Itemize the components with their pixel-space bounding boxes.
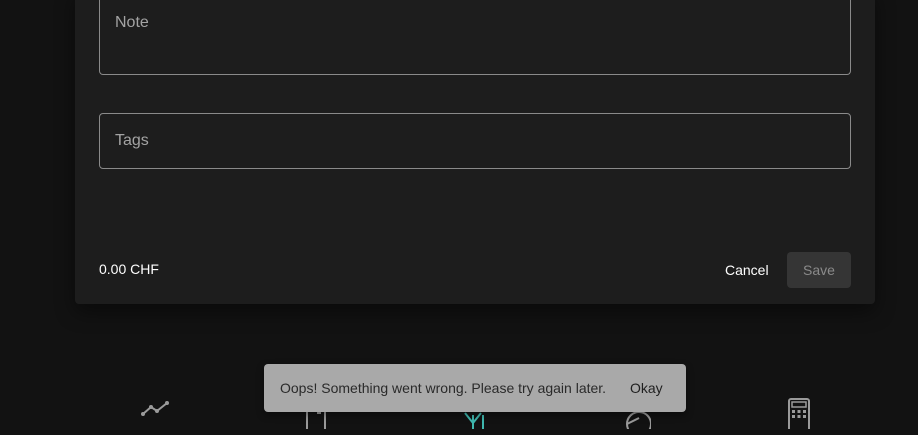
save-button[interactable]: Save: [787, 252, 851, 288]
snackbar-okay-button[interactable]: Okay: [620, 370, 673, 406]
tags-field[interactable]: Tags: [99, 113, 851, 169]
tags-label: Tags: [115, 132, 149, 149]
note-field[interactable]: Note: [99, 0, 851, 75]
nav-item-trend[interactable]: [135, 395, 175, 435]
note-label: Note: [115, 14, 149, 31]
transaction-dialog: Note Tags 0.00 CHF Cancel Save: [75, 0, 875, 304]
total-amount: 0.00 CHF: [99, 261, 159, 277]
calculator-icon: [788, 398, 810, 429]
error-snackbar: Oops! Something went wrong. Please try a…: [264, 364, 686, 412]
snackbar-message: Oops! Something went wrong. Please try a…: [280, 380, 607, 396]
cancel-button[interactable]: Cancel: [715, 252, 779, 288]
nav-item-calculator[interactable]: [775, 395, 815, 435]
trend-chart-icon: [141, 401, 169, 416]
